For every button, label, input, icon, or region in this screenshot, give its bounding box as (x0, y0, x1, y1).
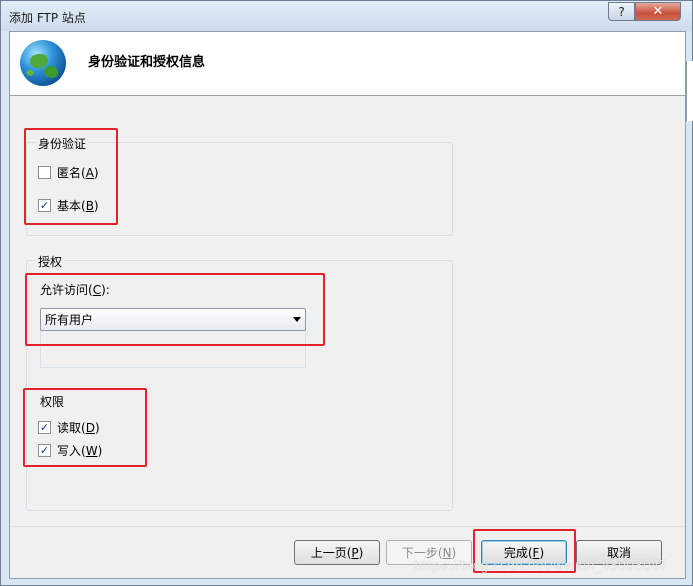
globe-icon (20, 40, 66, 86)
window-title: 添加 FTP 站点 (9, 11, 86, 25)
annotation-box-permissions (23, 388, 147, 467)
title-bar[interactable]: 添加 FTP 站点 ? ✕ (1, 1, 692, 31)
annotation-box-authentication (24, 128, 118, 225)
authorization-group-label: 授权 (36, 253, 65, 270)
previous-button[interactable]: 上一页(P) (294, 540, 380, 565)
annotation-box-allow-access (25, 273, 325, 346)
background-window-edge (686, 61, 693, 121)
wizard-header: 身份验证和授权信息 (10, 32, 685, 96)
page-title: 身份验证和授权信息 (88, 55, 206, 70)
help-button[interactable]: ? (608, 2, 635, 21)
ftp-wizard-window: 添加 FTP 站点 ? ✕ 身份验证和授权信息 身份验证 匿名(A) ✓ 基本(… (0, 0, 693, 586)
button-separator (10, 526, 685, 527)
watermark-text: https://blog.csdn.net/weixin_43008047 (414, 559, 668, 574)
close-button[interactable]: ✕ (635, 2, 681, 21)
